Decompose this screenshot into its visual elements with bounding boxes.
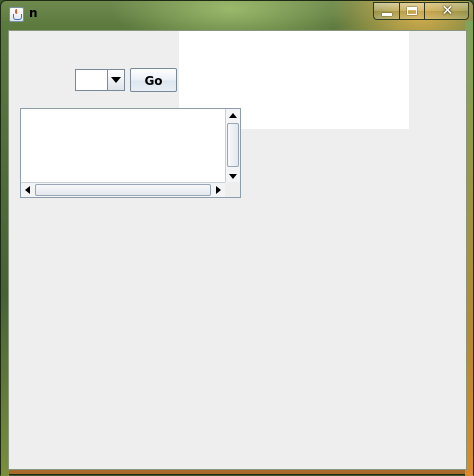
close-icon: ✕ xyxy=(441,3,454,19)
minimize-icon xyxy=(382,13,392,16)
scroll-up-button[interactable] xyxy=(226,109,240,123)
combo-arrow-button[interactable] xyxy=(107,70,124,90)
arrow-down-icon xyxy=(229,174,237,179)
window-title: n xyxy=(29,6,38,20)
java-cup-icon[interactable] xyxy=(9,7,24,22)
scroll-down-button[interactable] xyxy=(226,169,240,183)
text-area[interactable] xyxy=(21,109,225,183)
horizontal-scroll-thumb[interactable] xyxy=(35,184,211,196)
close-button[interactable]: ✕ xyxy=(424,2,469,20)
horizontal-scrollbar[interactable] xyxy=(21,182,225,197)
scroll-left-button[interactable] xyxy=(21,183,35,197)
arrow-right-icon xyxy=(216,186,221,194)
text-scroll-pane xyxy=(20,108,241,198)
caption-buttons: ✕ xyxy=(373,2,469,20)
minimize-button[interactable] xyxy=(373,2,399,20)
client-area: Go xyxy=(8,30,467,470)
vertical-scrollbar[interactable] xyxy=(225,109,240,183)
arrow-left-icon xyxy=(25,186,30,194)
combo-selected-value[interactable] xyxy=(76,70,108,90)
combo-box[interactable] xyxy=(75,69,125,91)
scroll-right-button[interactable] xyxy=(211,183,225,197)
vertical-scroll-thumb[interactable] xyxy=(227,123,239,167)
java-cup-shape xyxy=(13,14,22,20)
arrow-up-icon xyxy=(229,113,237,118)
window-frame: n ✕ Go xyxy=(0,0,474,476)
scrollbar-corner xyxy=(225,182,240,197)
chevron-down-icon xyxy=(111,77,121,83)
go-button[interactable]: Go xyxy=(130,68,177,92)
maximize-button[interactable] xyxy=(399,2,424,20)
title-bar[interactable]: n ✕ xyxy=(1,1,474,27)
maximize-icon xyxy=(407,7,417,15)
